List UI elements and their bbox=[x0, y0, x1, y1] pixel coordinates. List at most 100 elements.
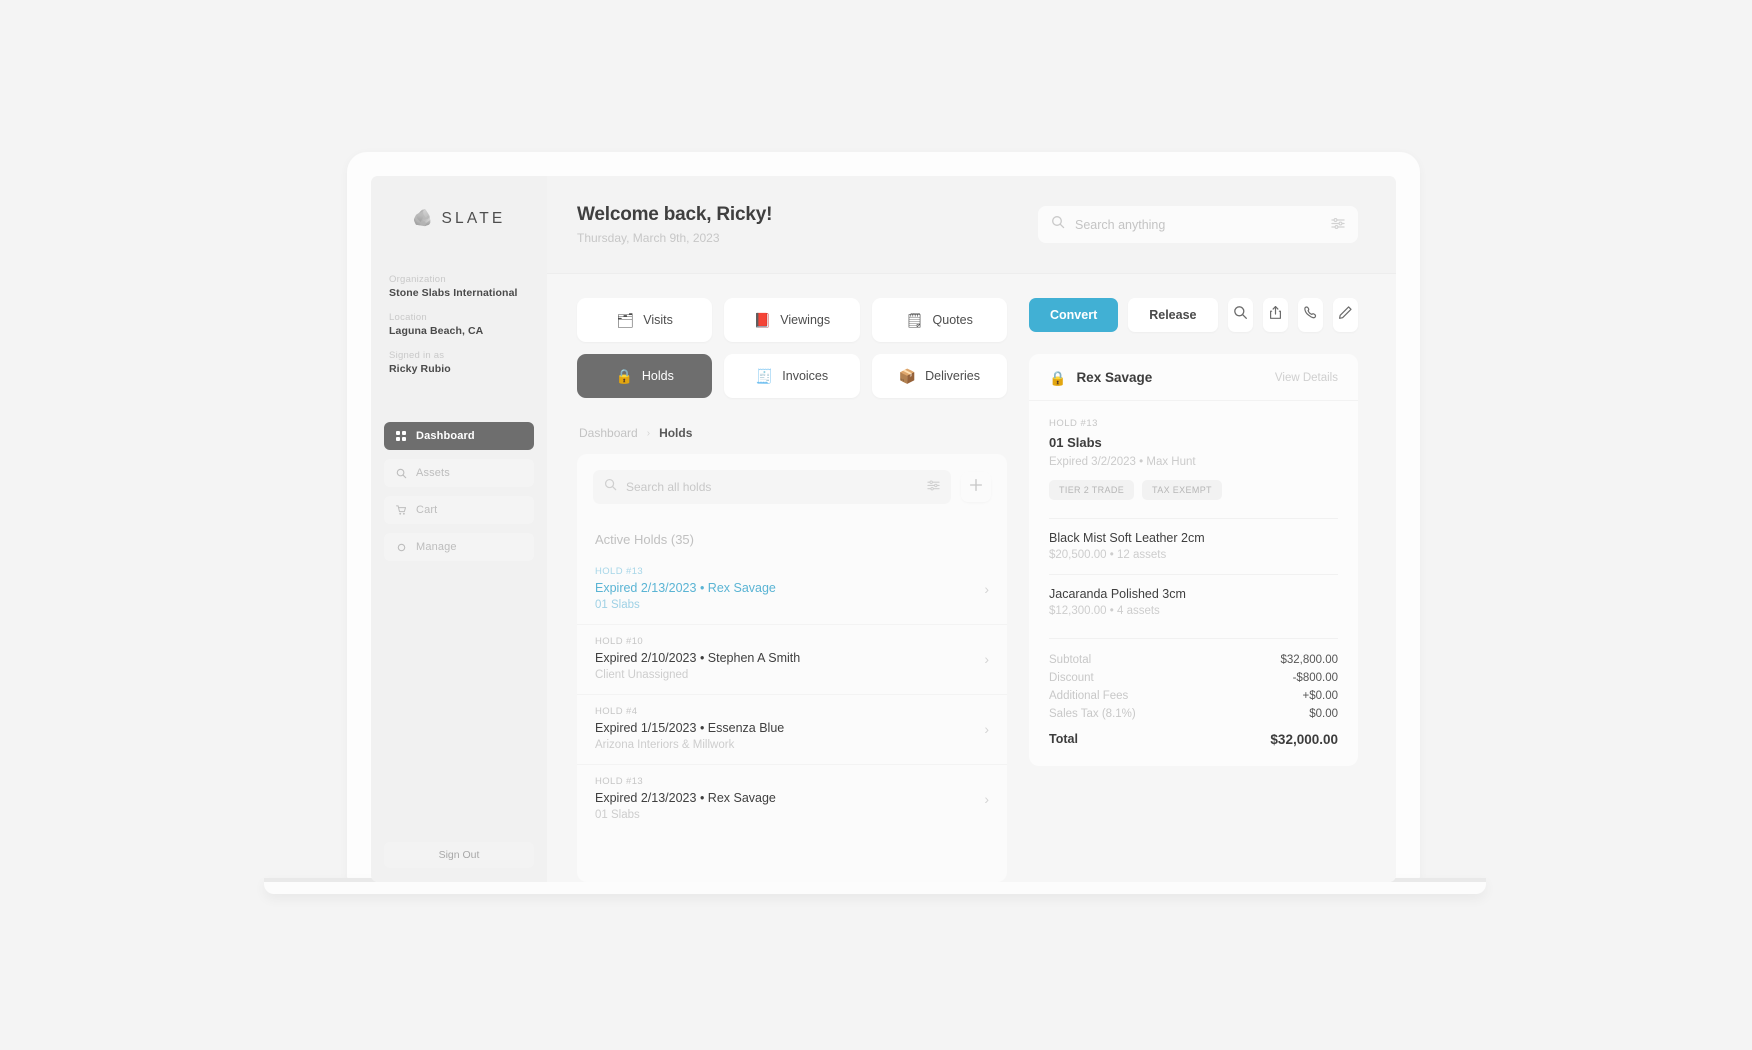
chip-invoices[interactable]: 🧾 Invoices bbox=[724, 354, 860, 398]
chip-label: Visits bbox=[643, 313, 673, 327]
signed-in-as-label: Signed in as bbox=[389, 350, 445, 361]
location-value: Laguna Beach, CA bbox=[389, 325, 484, 337]
quotes-icon: 🗒 bbox=[905, 312, 924, 328]
top-bar: Welcome back, Ricky! Thursday, March 9th… bbox=[547, 176, 1396, 274]
line-item[interactable]: Jacaranda Polished 3cm $12,300.00 • 4 as… bbox=[1049, 574, 1338, 630]
sliders-icon[interactable] bbox=[927, 478, 940, 496]
client-name: Rex Savage bbox=[1076, 370, 1153, 385]
hold-subtitle: Arizona Interiors & Millwork bbox=[595, 739, 735, 751]
search-input[interactable] bbox=[1075, 217, 1321, 232]
current-date: Thursday, March 9th, 2023 bbox=[577, 231, 720, 245]
hold-title: Expired 1/15/2023 • Essenza Blue bbox=[595, 721, 785, 735]
convert-button[interactable]: Convert bbox=[1029, 298, 1119, 332]
hold-list-item[interactable]: HOLD #10 Expired 2/10/2023 • Stephen A S… bbox=[577, 624, 1007, 694]
hold-title: Expired 2/13/2023 • Rex Savage bbox=[595, 581, 776, 595]
line-item[interactable]: Black Mist Soft Leather 2cm $20,500.00 •… bbox=[1049, 518, 1338, 574]
phone-icon bbox=[1303, 305, 1318, 325]
sidebar-item-cart[interactable]: Cart bbox=[384, 496, 534, 524]
hold-subtitle: Client Unassigned bbox=[595, 669, 689, 681]
total-row: Subtotal $32,800.00 bbox=[1049, 651, 1338, 669]
hold-list-item[interactable]: HOLD #4 Expired 1/15/2023 • Essenza Blue… bbox=[577, 694, 1007, 764]
sidebar-item-label: Cart bbox=[416, 504, 438, 516]
chip-holds[interactable]: 🔒 Holds bbox=[577, 354, 713, 398]
chevron-right-icon: › bbox=[984, 790, 989, 807]
brand-logo[interactable]: 🪨 SLATE bbox=[371, 176, 547, 254]
view-details-link[interactable]: View Details bbox=[1275, 372, 1338, 384]
sidebar-item-assets[interactable]: Assets bbox=[384, 459, 534, 487]
add-hold-button[interactable] bbox=[961, 472, 991, 502]
total-row: Additional Fees +$0.00 bbox=[1049, 687, 1338, 705]
total-label: Discount bbox=[1049, 672, 1094, 684]
holds-search-bar[interactable] bbox=[593, 470, 951, 504]
hold-title: Expired 2/10/2023 • Stephen A Smith bbox=[595, 651, 801, 665]
chip-label: Viewings bbox=[780, 313, 831, 327]
brand-name: SLATE bbox=[441, 210, 506, 227]
edit-button[interactable] bbox=[1332, 298, 1358, 332]
search-icon bbox=[1233, 305, 1248, 325]
total-label: Sales Tax (8.1%) bbox=[1049, 708, 1136, 720]
grid-icon bbox=[396, 430, 407, 442]
total-value: +$0.00 bbox=[1302, 690, 1339, 702]
hold-detail-card: 🔒 Rex Savage View Details HOLD #13 01 Sl… bbox=[1029, 354, 1358, 766]
chip-deliveries[interactable]: 📦 Deliveries bbox=[871, 354, 1007, 398]
detail-title: 01 Slabs bbox=[1049, 435, 1102, 450]
total-row: Sales Tax (8.1%) $0.00 bbox=[1049, 705, 1338, 723]
holds-search-input[interactable] bbox=[626, 480, 918, 494]
holds-column: 🗂 Visits 📕 Viewings 🗒 Quotes 🔒 Holds 🧾 I… bbox=[577, 298, 1007, 882]
breadcrumb: Dashboard › Holds bbox=[577, 426, 1007, 440]
sidebar-item-label: Assets bbox=[416, 467, 450, 479]
welcome-block: Welcome back, Ricky! Thursday, March 9th… bbox=[577, 204, 772, 245]
chip-visits[interactable]: 🗂 Visits bbox=[577, 298, 713, 342]
search-icon bbox=[604, 478, 617, 496]
call-button[interactable] bbox=[1297, 298, 1323, 332]
line-item-sub: $12,300.00 • 4 assets bbox=[1049, 605, 1160, 617]
total-row: Discount -$800.00 bbox=[1049, 669, 1338, 687]
grand-total-label: Total bbox=[1049, 732, 1078, 746]
deliveries-icon: 📦 bbox=[898, 368, 917, 384]
search-icon bbox=[396, 468, 407, 479]
detail-meta: Expired 3/2/2023 • Max Hunt bbox=[1049, 456, 1196, 468]
body-region: 🗂 Visits 📕 Viewings 🗒 Quotes 🔒 Holds 🧾 I… bbox=[547, 274, 1396, 882]
holds-list-card: Active Holds (35) HOLD #13 Expired 2/13/… bbox=[577, 454, 1007, 882]
hold-list-item[interactable]: HOLD #13 Expired 2/13/2023 • Rex Savage … bbox=[577, 555, 1007, 624]
share-icon bbox=[1268, 305, 1283, 325]
organization-value: Stone Slabs International bbox=[389, 287, 518, 299]
chip-label: Holds bbox=[641, 369, 674, 383]
breadcrumb-parent[interactable]: Dashboard bbox=[579, 426, 638, 440]
detail-body: HOLD #13 01 Slabs Expired 3/2/2023 • Max… bbox=[1029, 401, 1358, 750]
sidebar-item-label: Manage bbox=[416, 541, 457, 553]
detail-column: Convert Release 🔒 Rex Savage View Detail… bbox=[1029, 298, 1358, 882]
tag-row: TIER 2 TRADE TAX EXEMPT bbox=[1049, 480, 1338, 500]
hold-subtitle: 01 Slabs bbox=[595, 599, 640, 611]
sign-out-button[interactable]: Sign Out bbox=[384, 842, 534, 868]
invoices-icon: 🧾 bbox=[755, 368, 774, 384]
hold-title: Expired 2/13/2023 • Rex Savage bbox=[595, 791, 776, 805]
chevron-right-icon: › bbox=[646, 427, 651, 439]
entity-chip-grid: 🗂 Visits 📕 Viewings 🗒 Quotes 🔒 Holds 🧾 I… bbox=[577, 298, 1007, 398]
chevron-right-icon: › bbox=[984, 650, 989, 667]
grand-total-row: Total $32,000.00 bbox=[1049, 723, 1338, 750]
sign-out-wrap: Sign Out bbox=[371, 842, 547, 882]
sidebar-item-dashboard[interactable]: Dashboard bbox=[384, 422, 534, 450]
chevron-right-icon: › bbox=[984, 720, 989, 737]
main-content: Welcome back, Ricky! Thursday, March 9th… bbox=[547, 176, 1396, 882]
gear-icon bbox=[396, 542, 407, 553]
sliders-icon[interactable] bbox=[1331, 216, 1345, 234]
holds-list: HOLD #13 Expired 2/13/2023 • Rex Savage … bbox=[577, 555, 1007, 834]
total-value: -$800.00 bbox=[1292, 672, 1338, 684]
detail-header: 🔒 Rex Savage View Details bbox=[1029, 354, 1358, 401]
global-search-bar[interactable] bbox=[1038, 206, 1358, 243]
share-button[interactable] bbox=[1262, 298, 1288, 332]
sidebar-item-manage[interactable]: Manage bbox=[384, 533, 534, 561]
status-badge: TIER 2 TRADE bbox=[1049, 480, 1135, 500]
action-toolbar: Convert Release bbox=[1029, 298, 1358, 332]
line-item-sub: $20,500.00 • 12 assets bbox=[1049, 549, 1167, 561]
release-button[interactable]: Release bbox=[1128, 298, 1218, 332]
search-button[interactable] bbox=[1227, 298, 1253, 332]
sidebar-item-label: Dashboard bbox=[416, 430, 475, 442]
chip-quotes[interactable]: 🗒 Quotes bbox=[871, 298, 1007, 342]
lock-icon: 🔒 bbox=[1049, 369, 1067, 386]
chip-label: Deliveries bbox=[925, 369, 980, 383]
chip-viewings[interactable]: 📕 Viewings bbox=[724, 298, 860, 342]
hold-list-item[interactable]: HOLD #13 Expired 2/13/2023 • Rex Savage … bbox=[577, 764, 1007, 834]
